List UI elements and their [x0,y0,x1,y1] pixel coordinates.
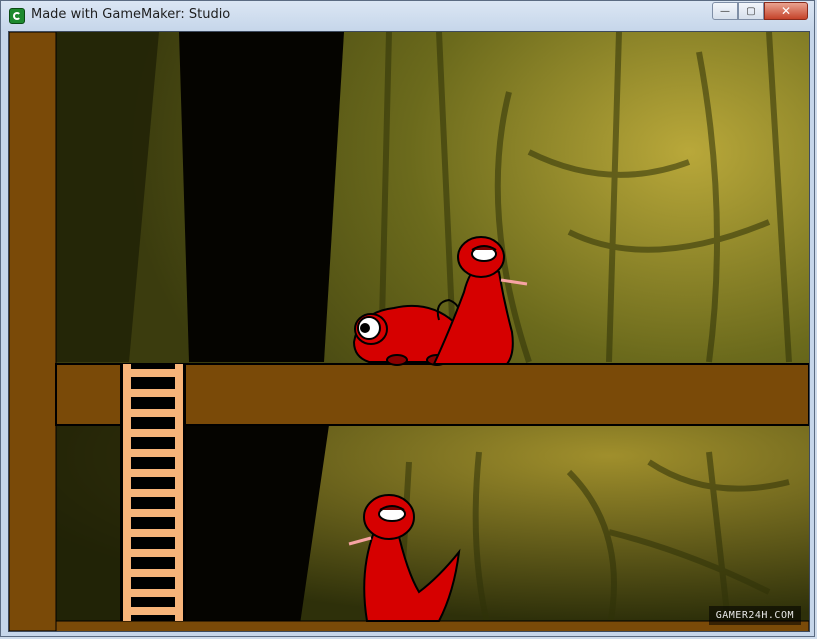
ground-platform [55,620,809,631]
game-scene [9,32,809,631]
left-wall [9,32,57,631]
game-viewport[interactable]: GAMER24H.COM [8,31,810,632]
maximize-button[interactable]: ▢ [738,2,764,20]
minimize-button[interactable]: — [712,2,738,20]
wooden-ladder[interactable] [120,364,186,621]
title-bar[interactable]: Made with GameMaker: Studio — ▢ ✕ [1,1,814,31]
watermark: GAMER24H.COM [708,606,801,625]
tree-trunk [179,32,344,362]
gamemaker-logo-icon [9,8,25,24]
game-window: Made with GameMaker: Studio — ▢ ✕ GAMER2… [0,0,815,637]
window-controls: — ▢ ✕ [712,2,808,20]
window-title: Made with GameMaker: Studio [31,7,231,22]
close-button[interactable]: ✕ [764,2,808,20]
